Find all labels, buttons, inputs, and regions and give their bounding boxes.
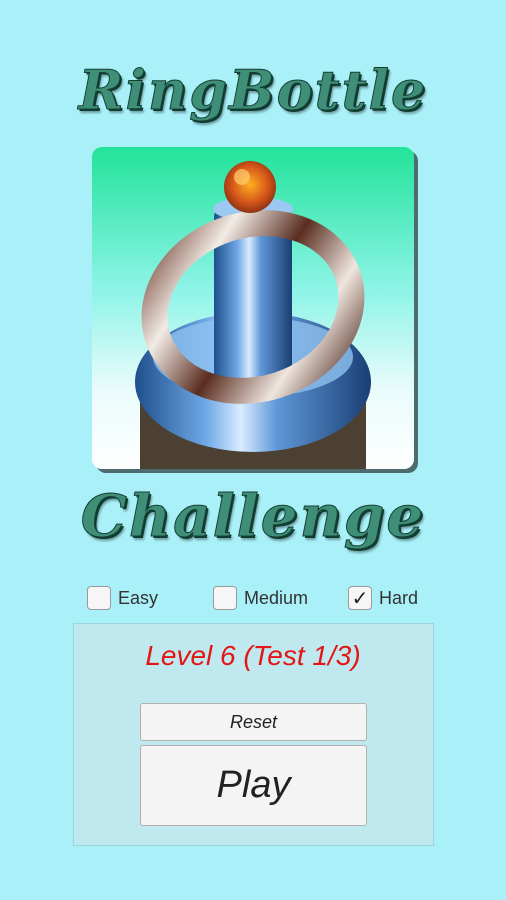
hard-checkbox[interactable]: ✓ <box>348 586 372 610</box>
difficulty-medium-option[interactable]: Medium <box>213 584 308 612</box>
game-title: RingBottle <box>78 58 428 123</box>
difficulty-selector: Easy Medium ✓ Hard <box>0 584 506 612</box>
checkmark-icon: ✓ <box>351 586 369 610</box>
hero-image <box>92 147 414 469</box>
hard-label: Hard <box>379 587 419 608</box>
level-status: Level 6 (Test 1/3) <box>145 640 361 671</box>
medium-checkbox[interactable] <box>213 586 237 610</box>
game-subtitle: Challenge <box>80 482 426 551</box>
difficulty-easy-option[interactable]: Easy <box>87 584 158 612</box>
difficulty-hard-option[interactable]: ✓ Hard <box>348 584 418 612</box>
reset-button[interactable]: Reset <box>140 703 367 741</box>
medium-label: Medium <box>244 587 309 608</box>
play-button[interactable]: Play <box>140 745 367 826</box>
easy-label: Easy <box>118 587 159 608</box>
easy-checkbox[interactable] <box>87 586 111 610</box>
